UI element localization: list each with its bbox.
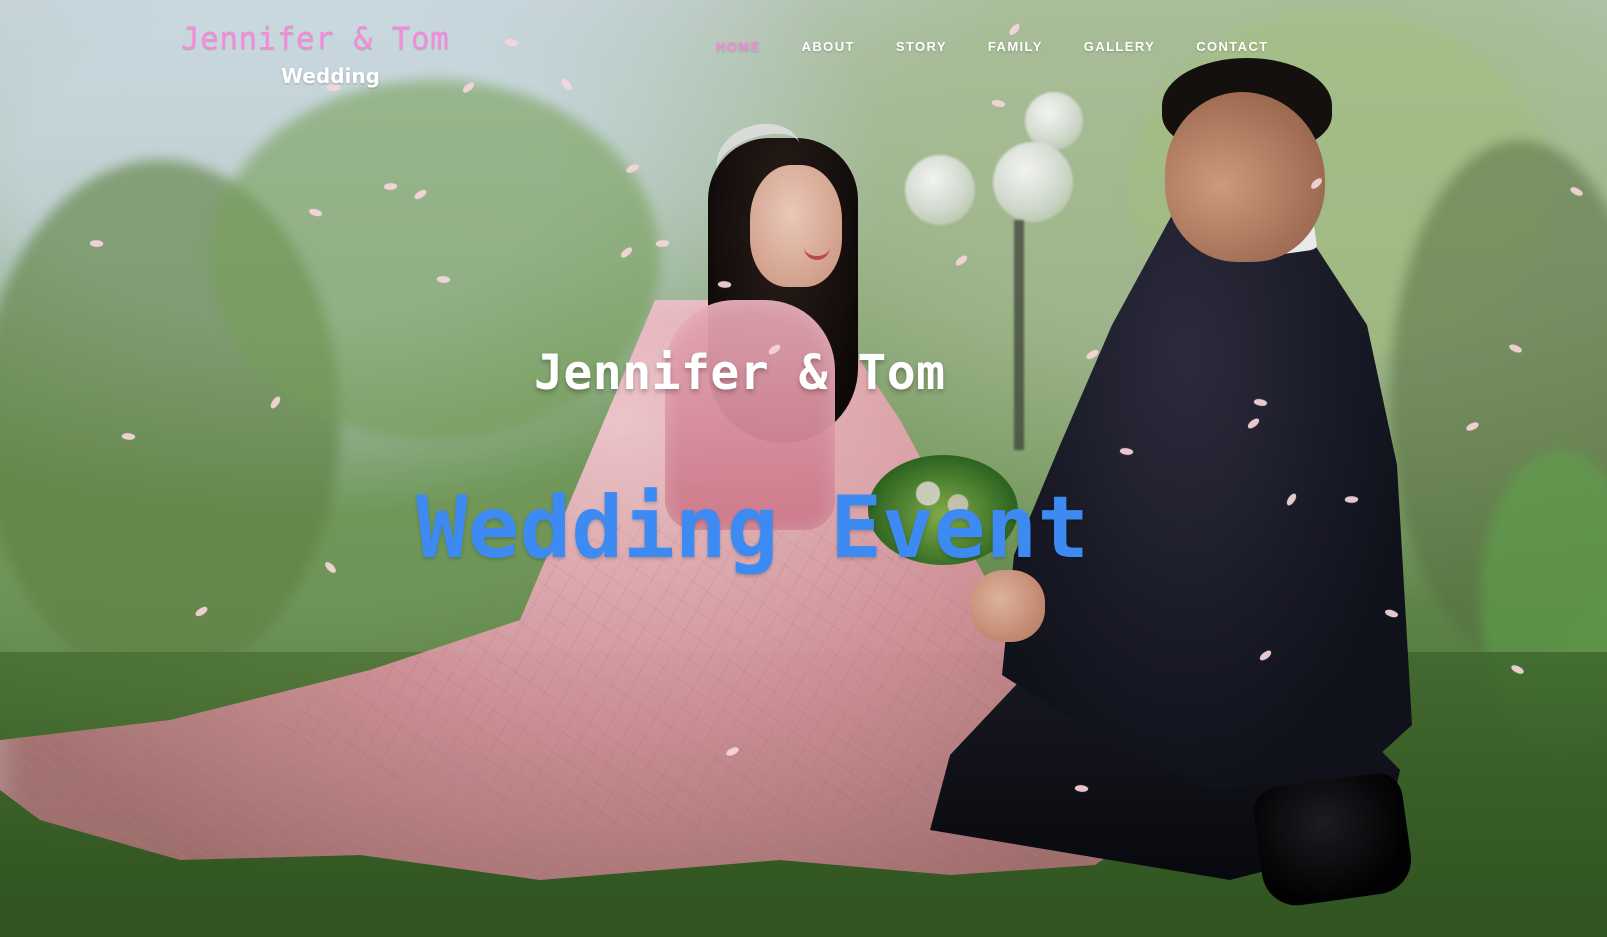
wedding-landing-page: Jennifer & Tom Wedding HOME ABOUT STORY …: [0, 0, 1607, 937]
brand-logo-link[interactable]: Jennifer & Tom Wedding: [181, 21, 451, 91]
nav-item-contact: CONTACT: [1196, 39, 1268, 54]
nav-link-about[interactable]: ABOUT: [802, 39, 855, 54]
hero-background: [0, 0, 1607, 937]
main-nav-menu: HOME ABOUT STORY FAMILY GALLERY CONTACT: [716, 36, 1269, 56]
nav-item-family: FAMILY: [988, 39, 1084, 54]
hero-couple-names: Jennifer & Tom: [534, 345, 946, 401]
top-navigation: Jennifer & Tom Wedding HOME ABOUT STORY …: [0, 0, 1607, 100]
hero-title: Wedding Event: [416, 477, 1090, 578]
nav-item-about: ABOUT: [802, 39, 896, 54]
nav-link-home[interactable]: HOME: [716, 39, 761, 54]
nav-item-home: HOME: [716, 39, 802, 54]
brand-subtitle: Wedding: [281, 64, 380, 88]
nav-link-contact[interactable]: CONTACT: [1196, 39, 1268, 54]
hero-overlay: [0, 0, 1607, 937]
brand-names: Jennifer & Tom: [181, 21, 450, 57]
nav-item-gallery: GALLERY: [1084, 39, 1196, 54]
nav-item-story: STORY: [896, 39, 988, 54]
nav-link-gallery[interactable]: GALLERY: [1084, 39, 1155, 54]
nav-link-story[interactable]: STORY: [896, 39, 947, 54]
nav-link-family[interactable]: FAMILY: [988, 39, 1043, 54]
